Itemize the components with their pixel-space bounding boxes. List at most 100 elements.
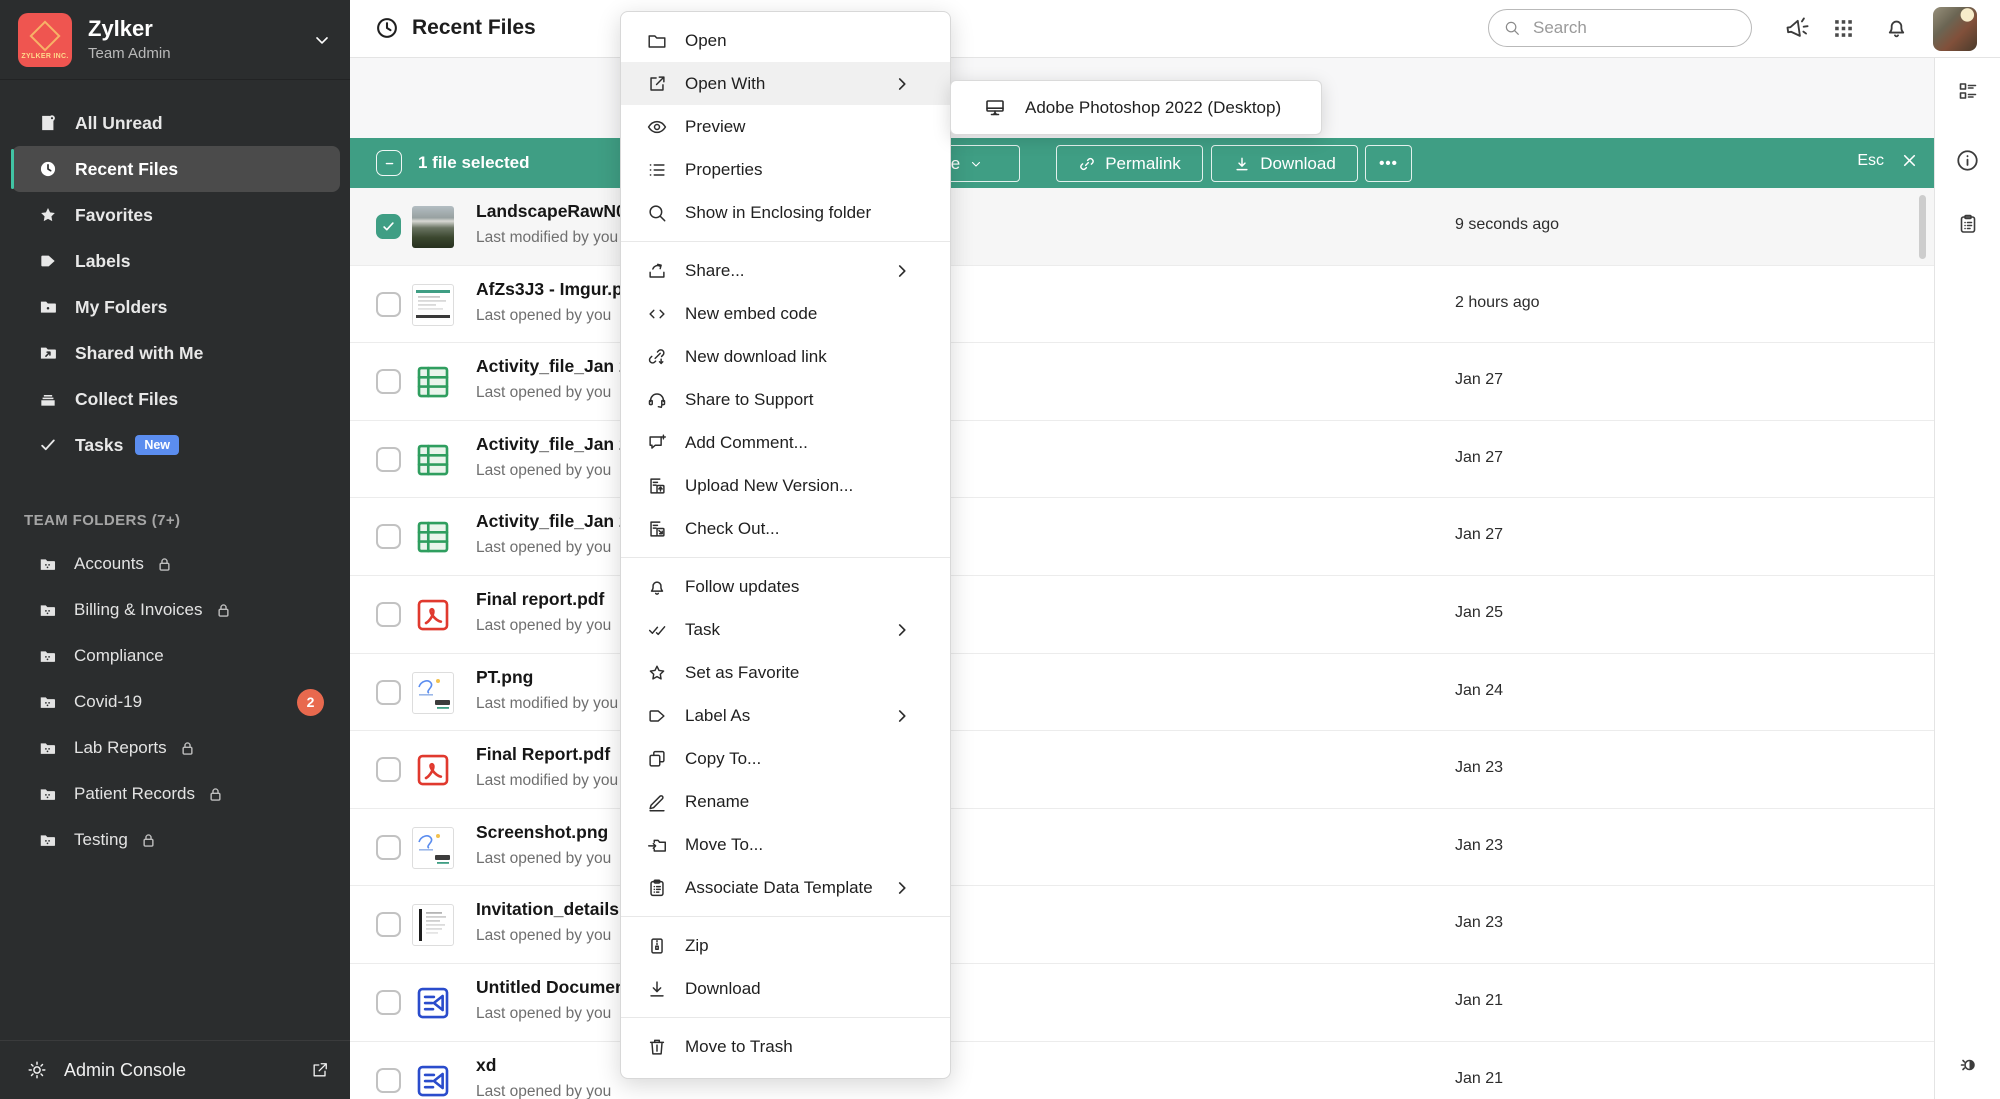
- download-button[interactable]: Download: [1211, 145, 1358, 182]
- external-link-icon: [310, 1060, 330, 1080]
- info-icon[interactable]: [1954, 147, 1981, 174]
- file-checkbox[interactable]: [376, 214, 401, 239]
- file-checkbox[interactable]: [376, 292, 401, 317]
- file-thumb-cell: [411, 360, 455, 404]
- selection-checkbox[interactable]: [376, 150, 402, 176]
- team-logo: ZYLKER INC.: [18, 13, 72, 67]
- menu-item-label: Upload New Version...: [685, 476, 853, 496]
- menu-item-new-download-link[interactable]: New download link: [621, 335, 950, 378]
- announcements-icon[interactable]: [1781, 12, 1813, 44]
- menu-item-rename[interactable]: Rename: [621, 780, 950, 823]
- file-row-screenshot-png[interactable]: Screenshot.pngLast opened by youJan 23: [350, 809, 1935, 887]
- content-area: 1 file selected Share Permalink Download…: [350, 57, 1935, 1099]
- team-folder-label: Covid-19: [74, 692, 142, 712]
- file-row-invitation-details[interactable]: Invitation_detailsLast opened by youJan …: [350, 886, 1935, 964]
- search-bar[interactable]: [1488, 9, 1752, 47]
- file-thumbnail: [412, 827, 454, 869]
- data-template-panel-icon[interactable]: [1956, 212, 1980, 236]
- file-row-activity-file-jan-2[interactable]: Activity_file_Jan 2Last opened by youJan…: [350, 498, 1935, 576]
- file-timestamp: Jan 23: [1455, 837, 1503, 855]
- permalink-button[interactable]: Permalink: [1056, 145, 1203, 182]
- file-checkbox[interactable]: [376, 602, 401, 627]
- file-name: Untitled Documen: [476, 977, 626, 998]
- menu-item-copy-to[interactable]: Copy To...: [621, 737, 950, 780]
- search-icon: [1503, 19, 1521, 37]
- theme-toggle-icon[interactable]: [1956, 1053, 1980, 1077]
- unread-icon: [38, 113, 58, 133]
- zip-icon: [646, 935, 668, 957]
- team-folder-billing-invoices[interactable]: Billing & Invoices: [12, 587, 340, 633]
- search-input[interactable]: [1531, 17, 1737, 39]
- file-checkbox[interactable]: [376, 524, 401, 549]
- team-folder-icon: [38, 739, 57, 758]
- menu-item-show-in-enclosing-folder[interactable]: Show in Enclosing folder: [621, 191, 950, 234]
- sidebar-item-collect-files[interactable]: Collect Files: [12, 376, 340, 422]
- menu-item-label: Properties: [685, 160, 762, 180]
- team-folder-label: Accounts: [74, 554, 144, 574]
- user-avatar[interactable]: [1933, 7, 1977, 51]
- file-checkbox[interactable]: [376, 369, 401, 394]
- admin-console-link[interactable]: Admin Console: [0, 1040, 350, 1099]
- logo-caption: ZYLKER INC.: [21, 53, 68, 60]
- file-row-final-report-pdf[interactable]: Final Report.pdfLast modified by youJan …: [350, 731, 1935, 809]
- team-folder-lab-reports[interactable]: Lab Reports: [12, 725, 340, 771]
- sidebar-item-favorites[interactable]: Favorites: [12, 192, 340, 238]
- sidebar-item-shared-with-me[interactable]: Shared with Me: [12, 330, 340, 376]
- file-checkbox[interactable]: [376, 912, 401, 937]
- file-row-pt-png[interactable]: PT.pngLast modified by youJan 24: [350, 654, 1935, 732]
- apps-grid-icon[interactable]: [1831, 16, 1856, 41]
- menu-item-move-to-trash[interactable]: Move to Trash: [621, 1025, 950, 1068]
- file-checkbox[interactable]: [376, 757, 401, 782]
- menu-item-add-comment[interactable]: Add Comment...: [621, 421, 950, 464]
- menu-item-download[interactable]: Download: [621, 967, 950, 1010]
- file-checkbox[interactable]: [376, 447, 401, 472]
- close-icon[interactable]: [1900, 151, 1919, 170]
- menu-item-task[interactable]: Task: [621, 608, 950, 651]
- menu-item-open[interactable]: Open: [621, 19, 950, 62]
- menu-item-set-as-favorite[interactable]: Set as Favorite: [621, 651, 950, 694]
- file-checkbox[interactable]: [376, 990, 401, 1015]
- menu-item-move-to[interactable]: Move To...: [621, 823, 950, 866]
- menu-item-associate-data-template[interactable]: Associate Data Template: [621, 866, 950, 909]
- team-folder-compliance[interactable]: Compliance: [12, 633, 340, 679]
- team-folder-testing[interactable]: Testing: [12, 817, 340, 863]
- file-checkbox[interactable]: [376, 1068, 401, 1093]
- file-row-activity-file-jan-2[interactable]: Activity_file_Jan 2Last opened by youJan…: [350, 421, 1935, 499]
- menu-item-preview[interactable]: Preview: [621, 105, 950, 148]
- team-folder-covid-19[interactable]: Covid-192: [12, 679, 340, 725]
- menu-item-upload-new-version[interactable]: Upload New Version...: [621, 464, 950, 507]
- notifications-bell-icon[interactable]: [1883, 14, 1910, 41]
- file-row-landscaperawn0[interactable]: LandscapeRawN0Last modified by you9 seco…: [350, 188, 1935, 266]
- file-row-afzs3j3-imgur-p[interactable]: AfZs3J3 - Imgur.pLast opened by you2 hou…: [350, 266, 1935, 344]
- sidebar-item-label: Favorites: [75, 205, 153, 226]
- sidebar-item-tasks[interactable]: TasksNew: [12, 422, 340, 468]
- team-switcher[interactable]: ZYLKER INC. Zylker Team Admin: [0, 0, 350, 80]
- menu-item-label: Move to Trash: [685, 1037, 793, 1057]
- sidebar-item-all-unread[interactable]: All Unread: [12, 100, 340, 146]
- menu-item-zip[interactable]: Zip: [621, 924, 950, 967]
- menu-item-new-embed-code[interactable]: New embed code: [621, 292, 950, 335]
- more-actions-button[interactable]: •••: [1365, 145, 1412, 182]
- file-checkbox[interactable]: [376, 680, 401, 705]
- sidebar-item-recent-files[interactable]: Recent Files: [12, 146, 340, 192]
- file-name: xd: [476, 1055, 611, 1076]
- menu-item-open-with[interactable]: Open With: [621, 62, 950, 105]
- menu-item-follow-updates[interactable]: Follow updates: [621, 565, 950, 608]
- team-folder-patient-records[interactable]: Patient Records: [12, 771, 340, 817]
- sidebar-item-my-folders[interactable]: My Folders: [12, 284, 340, 330]
- file-checkbox[interactable]: [376, 835, 401, 860]
- file-row-final-report-pdf[interactable]: Final report.pdfLast opened by youJan 25: [350, 576, 1935, 654]
- file-row-xd[interactable]: xdLast opened by youJan 21: [350, 1042, 1935, 1099]
- team-folder-accounts[interactable]: Accounts: [12, 541, 340, 587]
- file-row-activity-file-jan-2[interactable]: Activity_file_Jan 2Last opened by youJan…: [350, 343, 1935, 421]
- menu-item-share[interactable]: Share...: [621, 249, 950, 292]
- menu-item-check-out[interactable]: Check Out...: [621, 507, 950, 550]
- file-row-untitled-documen[interactable]: Untitled DocumenLast opened by youJan 21: [350, 964, 1935, 1042]
- sidebar-item-labels[interactable]: Labels: [12, 238, 340, 284]
- submenu-item-adobe-photoshop-2022-desktop[interactable]: Adobe Photoshop 2022 (Desktop): [951, 81, 1321, 134]
- scrollbar-thumb[interactable]: [1919, 195, 1926, 259]
- details-panel-icon[interactable]: [1956, 79, 1980, 103]
- menu-item-properties[interactable]: Properties: [621, 148, 950, 191]
- menu-item-label-as[interactable]: Label As: [621, 694, 950, 737]
- menu-item-share-to-support[interactable]: Share to Support: [621, 378, 950, 421]
